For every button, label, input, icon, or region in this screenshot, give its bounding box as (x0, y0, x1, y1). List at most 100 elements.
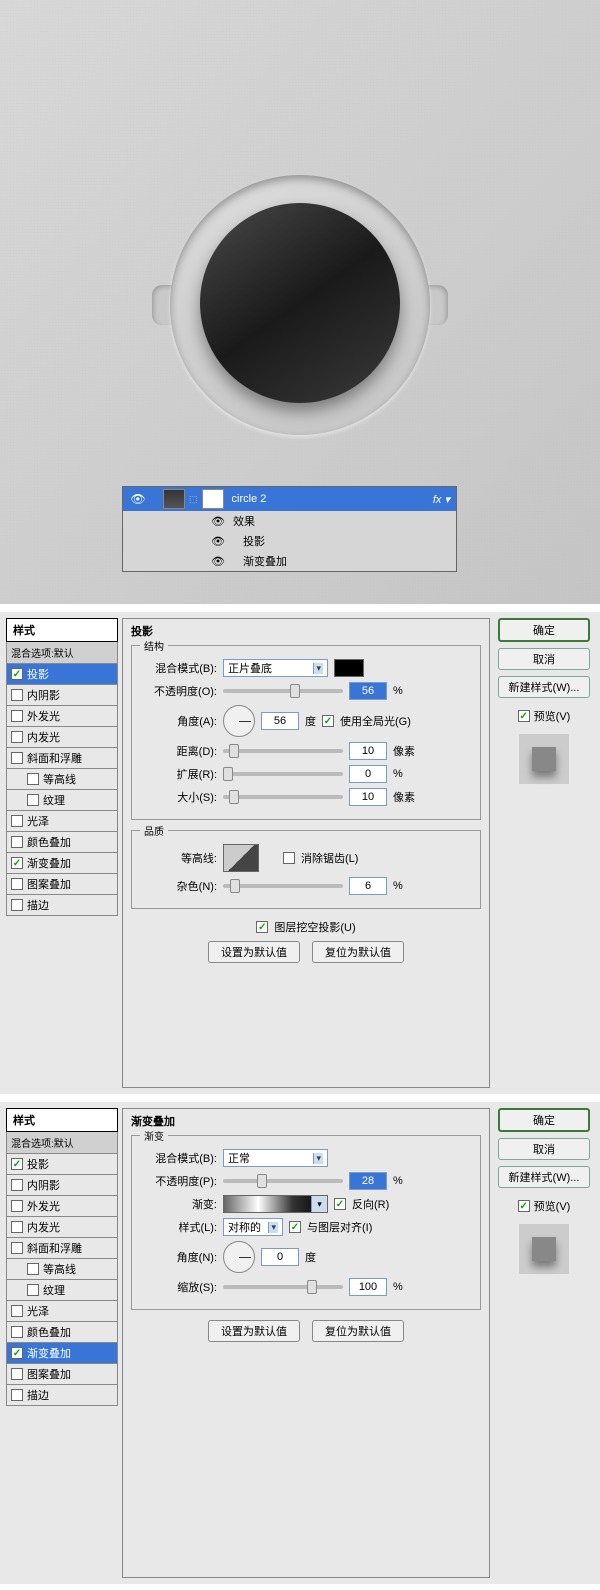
ok-button[interactable]: 确定 (498, 1108, 590, 1132)
checkbox[interactable] (11, 878, 23, 890)
knockout-checkbox[interactable] (256, 921, 268, 933)
checkbox[interactable] (27, 794, 39, 806)
checkbox[interactable] (11, 752, 23, 764)
cancel-button[interactable]: 取消 (498, 648, 590, 670)
style-inner-glow[interactable]: 内发光 (6, 1217, 118, 1238)
checkbox[interactable] (11, 815, 23, 827)
style-pattern-overlay[interactable]: 图案叠加 (6, 874, 118, 895)
checkbox[interactable] (11, 836, 23, 848)
style-pattern-overlay[interactable]: 图案叠加 (6, 1364, 118, 1385)
ok-button[interactable]: 确定 (498, 618, 590, 642)
style-drop-shadow[interactable]: 投影 (6, 1154, 118, 1175)
size-input[interactable] (349, 788, 387, 806)
mask-thumbnail[interactable]: ● (202, 489, 224, 509)
style-bevel[interactable]: 斜面和浮雕 (6, 1238, 118, 1259)
checkbox[interactable] (11, 1158, 23, 1170)
style-stroke[interactable]: 描边 (6, 895, 118, 916)
style-outer-glow[interactable]: 外发光 (6, 706, 118, 727)
shadow-color-swatch[interactable] (334, 659, 364, 677)
visibility-icon[interactable]: 👁 (123, 492, 153, 506)
checkbox[interactable] (11, 731, 23, 743)
checkbox[interactable] (11, 1305, 23, 1317)
checkbox[interactable] (11, 1221, 23, 1233)
size-slider[interactable] (223, 795, 343, 799)
reverse-checkbox[interactable] (334, 1198, 346, 1210)
reset-default-button[interactable]: 复位为默认值 (312, 1320, 404, 1342)
checkbox[interactable] (11, 689, 23, 701)
opacity-input[interactable] (349, 1172, 387, 1190)
layer-thumbnail[interactable] (163, 489, 185, 509)
spread-input[interactable] (349, 765, 387, 783)
style-texture[interactable]: 纹理 (6, 790, 118, 811)
new-style-button[interactable]: 新建样式(W)... (498, 676, 590, 698)
checkbox[interactable] (11, 1242, 23, 1254)
checkbox[interactable] (11, 1368, 23, 1380)
spread-slider[interactable] (223, 772, 343, 776)
checkbox[interactable] (11, 1389, 23, 1401)
checkbox[interactable] (11, 857, 23, 869)
checkbox[interactable] (27, 773, 39, 785)
angle-dial[interactable] (223, 1241, 255, 1273)
visibility-icon[interactable]: 👁 (211, 555, 225, 568)
cancel-button[interactable]: 取消 (498, 1138, 590, 1160)
layer-name[interactable]: circle 2 (226, 493, 427, 505)
angle-dial[interactable] (223, 705, 255, 737)
checkbox[interactable] (11, 668, 23, 680)
visibility-icon[interactable]: 👁 (211, 515, 225, 528)
blending-options[interactable]: 混合选项:默认 (6, 1132, 118, 1154)
align-layer-checkbox[interactable] (289, 1221, 301, 1233)
blending-options[interactable]: 混合选项:默认 (6, 642, 118, 664)
checkbox[interactable] (11, 1347, 23, 1359)
reset-default-button[interactable]: 复位为默认值 (312, 941, 404, 963)
gradient-style-dropdown[interactable]: 对称的▾ (223, 1218, 283, 1236)
style-texture[interactable]: 纹理 (6, 1280, 118, 1301)
blend-mode-dropdown[interactable]: 正片叠底▾ (223, 659, 328, 677)
scale-slider[interactable] (223, 1285, 343, 1289)
style-drop-shadow[interactable]: 投影 (6, 664, 118, 685)
fx-icon[interactable]: fx ▾ (427, 493, 456, 506)
contour-picker[interactable] (223, 844, 259, 872)
effect-drop-shadow[interactable]: 👁 投影 (123, 531, 456, 551)
noise-input[interactable] (349, 877, 387, 895)
checkbox[interactable] (11, 1179, 23, 1191)
style-inner-glow[interactable]: 内发光 (6, 727, 118, 748)
distance-input[interactable] (349, 742, 387, 760)
noise-slider[interactable] (223, 884, 343, 888)
style-stroke[interactable]: 描边 (6, 1385, 118, 1406)
effects-row[interactable]: 👁 效果 (123, 511, 456, 531)
checkbox[interactable] (11, 899, 23, 911)
style-inner-shadow[interactable]: 内阴影 (6, 1175, 118, 1196)
style-satin[interactable]: 光泽 (6, 811, 118, 832)
set-default-button[interactable]: 设置为默认值 (208, 941, 300, 963)
set-default-button[interactable]: 设置为默认值 (208, 1320, 300, 1342)
style-color-overlay[interactable]: 颜色叠加 (6, 832, 118, 853)
visibility-icon[interactable]: 👁 (211, 535, 225, 548)
checkbox[interactable] (11, 1326, 23, 1338)
style-contour[interactable]: 等高线 (6, 1259, 118, 1280)
style-color-overlay[interactable]: 颜色叠加 (6, 1322, 118, 1343)
preview-checkbox[interactable] (518, 1200, 530, 1212)
angle-input[interactable] (261, 1248, 299, 1266)
preview-checkbox[interactable] (518, 710, 530, 722)
effect-gradient-overlay[interactable]: 👁 渐变叠加 (123, 551, 456, 571)
style-outer-glow[interactable]: 外发光 (6, 1196, 118, 1217)
style-bevel[interactable]: 斜面和浮雕 (6, 748, 118, 769)
opacity-input[interactable] (349, 682, 387, 700)
opacity-slider[interactable] (223, 1179, 343, 1183)
style-satin[interactable]: 光泽 (6, 1301, 118, 1322)
checkbox[interactable] (11, 1200, 23, 1212)
distance-slider[interactable] (223, 749, 343, 753)
layer-row-circle2[interactable]: 👁 ⬚ ● circle 2 fx ▾ (123, 487, 456, 511)
angle-input[interactable] (261, 712, 299, 730)
new-style-button[interactable]: 新建样式(W)... (498, 1166, 590, 1188)
blend-mode-dropdown[interactable]: 正常▾ (223, 1149, 328, 1167)
checkbox[interactable] (27, 1284, 39, 1296)
checkbox[interactable] (11, 710, 23, 722)
global-light-checkbox[interactable] (322, 715, 334, 727)
checkbox[interactable] (27, 1263, 39, 1275)
gradient-picker[interactable]: ▾ (223, 1195, 328, 1213)
style-inner-shadow[interactable]: 内阴影 (6, 685, 118, 706)
scale-input[interactable] (349, 1278, 387, 1296)
style-gradient-overlay[interactable]: 渐变叠加 (6, 1343, 118, 1364)
style-contour[interactable]: 等高线 (6, 769, 118, 790)
